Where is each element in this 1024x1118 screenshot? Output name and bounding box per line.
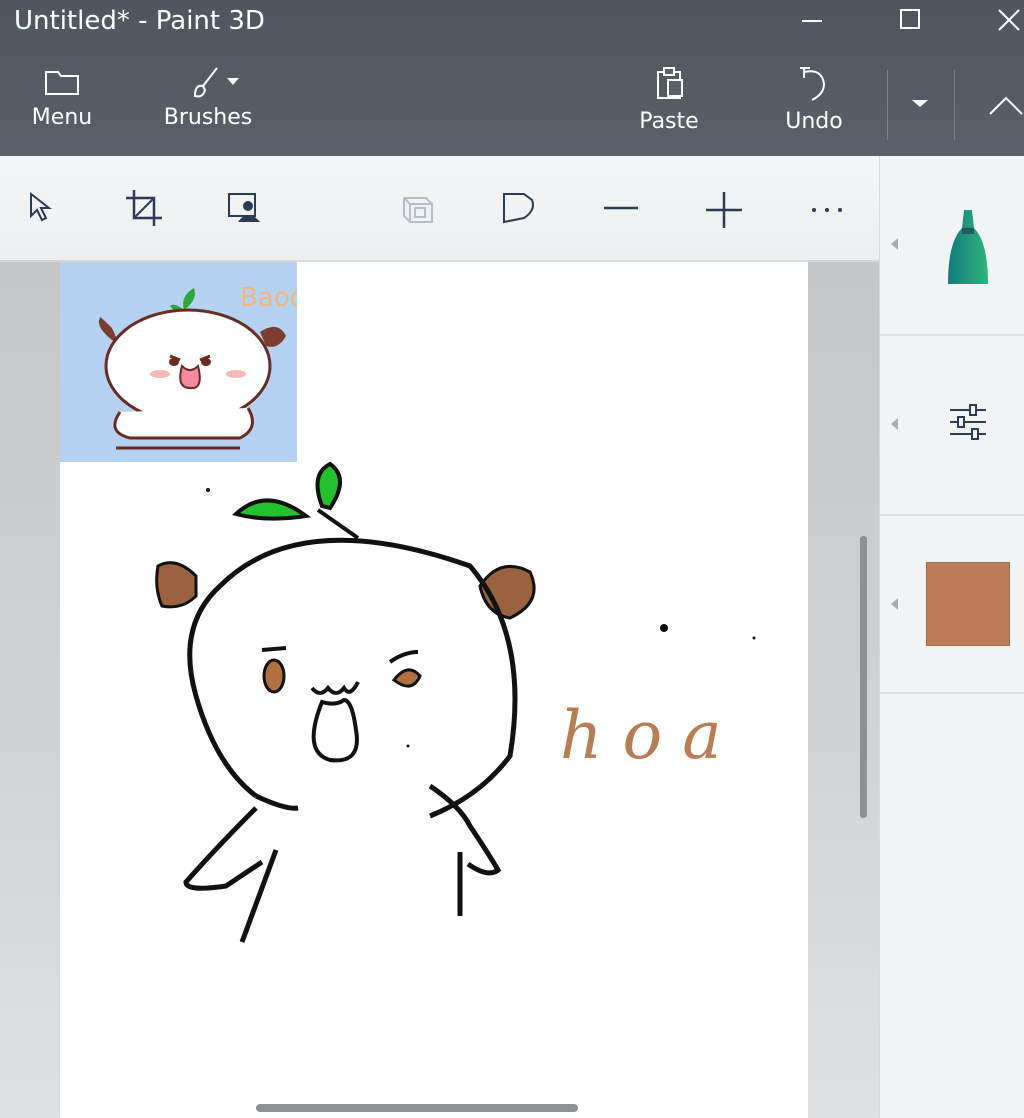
magic-select-icon [228,193,260,222]
command-separator [954,70,955,140]
minimize-icon [802,20,822,22]
chevron-down-icon [912,100,928,107]
select-icon [30,191,52,222]
close-icon [998,9,1020,31]
select-tool-button[interactable] [22,186,66,230]
sticker-shape-button[interactable] [498,186,542,230]
brushes-label: Brushes [163,105,253,130]
folder-icon [45,71,79,95]
vertical-scrollbar[interactable] [860,536,867,818]
magic-select-button[interactable] [224,186,268,230]
title-command-bar: Untitled* - Paint 3D Menu Brushes Paste [0,0,1024,156]
more-options-button[interactable] [806,186,850,230]
undo-label: Undo [785,109,843,134]
marker-brush-button[interactable] [940,206,996,290]
menu-button[interactable]: Menu [22,64,102,132]
brush-icon [193,67,239,98]
zoom-out-icon [604,206,638,210]
panel-separator [880,334,1024,336]
paste-icon [657,67,683,99]
left-ear [155,561,198,609]
paste-label: Paste [639,109,699,134]
undo-button[interactable]: Undo [776,64,852,136]
maximize-icon [900,9,920,29]
expand-caret-icon[interactable] [891,238,898,250]
crop-icon [126,190,162,226]
chevron-up-icon [989,96,1023,115]
more-icon [812,208,842,212]
view-3d-icon [403,197,433,223]
head-outline [187,537,518,819]
left-arm [183,806,264,891]
brushes-button[interactable]: Brushes [160,64,256,132]
handwritten-text: hoa [560,697,742,774]
zoom-out-button[interactable] [600,186,644,230]
window-title: Untitled* - Paint 3D [14,6,265,36]
sticker-shape-icon [503,193,534,224]
maximize-button[interactable] [880,0,940,42]
minimize-button[interactable] [782,0,842,42]
paste-button[interactable]: Paste [630,64,708,136]
crop-tool-button[interactable] [122,186,166,230]
brush-settings-button[interactable] [946,400,990,444]
selected-color-swatch[interactable] [926,562,1010,646]
redo-dropdown-button[interactable] [900,84,940,124]
command-separator [887,70,888,140]
leaf-shape [231,498,312,521]
right-eye [391,668,422,688]
freehand-drawing: hoa [155,461,756,943]
horizontal-scrollbar[interactable] [256,1104,578,1112]
collapse-ribbon-button[interactable] [982,84,1024,124]
close-button[interactable] [978,0,1024,42]
mouth [311,697,359,763]
view-3d-button [396,186,440,230]
expand-caret-icon[interactable] [891,598,898,610]
zoom-in-icon [706,192,742,228]
zoom-in-button[interactable] [702,186,746,230]
marker-icon [948,210,988,284]
panel-separator [880,692,1024,694]
panel-separator [880,514,1024,516]
sliders-icon [950,404,986,440]
menu-label: Menu [31,105,93,130]
expand-caret-icon[interactable] [891,418,898,430]
left-eye [262,658,286,694]
leaf-shape [315,461,342,511]
undo-icon [800,67,826,101]
